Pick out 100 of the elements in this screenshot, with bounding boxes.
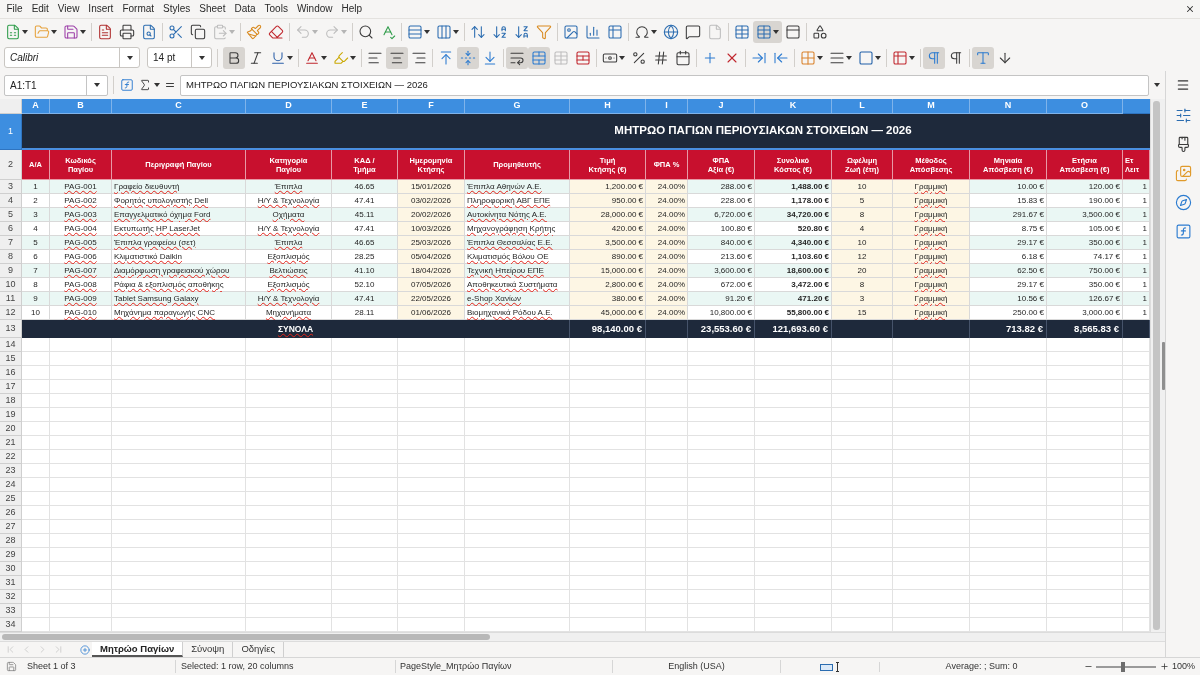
caret-icon <box>126 55 133 60</box>
table-cell: PAG-004 <box>50 222 112 236</box>
menu-item[interactable]: File <box>2 2 28 16</box>
caret-icon <box>846 55 852 60</box>
row-header[interactable]: 15 <box>0 352 22 366</box>
align-center-button[interactable] <box>386 46 408 69</box>
row-header[interactable]: 23 <box>0 464 22 478</box>
slider-thumb[interactable] <box>1121 661 1125 672</box>
scrollbar-thumb[interactable] <box>2 634 490 640</box>
speech-bubble-icon <box>685 23 701 40</box>
row-header[interactable]: 3 <box>0 180 22 194</box>
empty-cell <box>332 422 398 436</box>
sheet-tab[interactable]: Οδηγίες <box>233 642 285 657</box>
menu-item[interactable]: Styles <box>158 2 195 16</box>
row-header[interactable]: 4 <box>0 194 22 208</box>
menu-item[interactable]: View <box>53 2 84 16</box>
caret-icon <box>651 29 657 34</box>
empty-cell <box>646 394 688 408</box>
caret-icon <box>817 55 823 60</box>
row-header[interactable]: 21 <box>0 436 22 450</box>
row-header[interactable]: 18 <box>0 394 22 408</box>
row-header[interactable]: 13 <box>0 320 22 338</box>
row-header[interactable]: 2 <box>0 150 22 180</box>
formula-input[interactable]: ΜΗΤΡΩΟ ΠΑΓΙΩΝ ΠΕΡΙΟΥΣΙΑΚΩΝ ΣΤΟΙΧΕΙΩΝ — 2026 <box>180 74 1149 96</box>
empty-cell <box>398 548 465 562</box>
sheet-title: ΜΗΤΡΩΟ ΠΑΓΙΩΝ ΠΕΡΙΟΥΣΙΑΚΩΝ ΣΤΟΙΧΕΙΩΝ — 2026 <box>614 123 912 139</box>
empty-cell <box>398 604 465 618</box>
row-header[interactable]: 7 <box>0 236 22 250</box>
menu-item[interactable]: Edit <box>27 2 54 16</box>
row-header[interactable]: 14 <box>0 338 22 352</box>
font-size-combobox[interactable]: 14 pt <box>147 47 212 68</box>
caret-icon <box>22 29 28 34</box>
total-cell <box>832 320 893 338</box>
zoom-percent[interactable]: 100% <box>1171 659 1195 674</box>
merge-center-button[interactable] <box>528 46 550 69</box>
menu-item[interactable]: Tools <box>260 2 293 16</box>
table-cell: 1,488.00 € <box>755 180 832 194</box>
empty-cell <box>50 562 112 576</box>
menu-item[interactable]: Data <box>229 2 261 16</box>
add-sheet-button[interactable] <box>78 642 92 657</box>
row-header[interactable]: 33 <box>0 604 22 618</box>
row-header[interactable]: 34 <box>0 618 22 632</box>
font-name-combobox[interactable]: Calibri <box>4 47 140 68</box>
row-header[interactable]: 26 <box>0 506 22 520</box>
row-header[interactable]: 8 <box>0 250 22 264</box>
table-cell: 41.10 <box>332 264 398 278</box>
wrap-text-button[interactable] <box>506 46 528 69</box>
table-cell: 8.75 € <box>970 222 1047 236</box>
row-header[interactable]: 29 <box>0 548 22 562</box>
menu-item[interactable]: Window <box>292 2 337 16</box>
freeze-button[interactable] <box>753 20 782 43</box>
zoom-in-button[interactable] <box>1159 662 1169 671</box>
row-header[interactable]: 9 <box>0 264 22 278</box>
empty-cell <box>50 506 112 520</box>
language[interactable]: English (USA) <box>668 659 725 674</box>
search-icon <box>358 23 374 40</box>
row-header[interactable]: 25 <box>0 492 22 506</box>
table-cell: Εκτυπωτής HP LaserJet <box>112 222 246 236</box>
empty-cell <box>688 436 755 450</box>
row-header[interactable]: 11 <box>0 292 22 306</box>
row-header[interactable]: 10 <box>0 278 22 292</box>
menu-item[interactable]: Help <box>337 2 367 16</box>
row-header[interactable]: 12 <box>0 306 22 320</box>
menu-item[interactable]: Format <box>117 2 159 16</box>
sheet-tab[interactable]: Σύνοψη <box>183 642 234 657</box>
bold-button[interactable] <box>223 46 245 69</box>
merged-cells-icon <box>531 49 547 66</box>
text-direction-button[interactable] <box>972 46 994 69</box>
left-to-right-button[interactable] <box>923 46 945 69</box>
row-header[interactable]: 32 <box>0 590 22 604</box>
row-header[interactable]: 17 <box>0 380 22 394</box>
row-header[interactable]: 20 <box>0 422 22 436</box>
menu-item[interactable]: Sheet <box>194 2 230 16</box>
row-header[interactable]: 27 <box>0 520 22 534</box>
row-header[interactable]: 28 <box>0 534 22 548</box>
scrollbar-thumb[interactable] <box>1153 101 1160 630</box>
horizontal-scrollbar[interactable] <box>0 632 1165 641</box>
resize-handle[interactable] <box>1162 341 1165 390</box>
empty-cell <box>332 534 398 548</box>
row-header[interactable]: 24 <box>0 478 22 492</box>
row-header[interactable]: 19 <box>0 408 22 422</box>
row-header[interactable]: 22 <box>0 450 22 464</box>
row-header[interactable]: 6 <box>0 222 22 236</box>
name-box[interactable]: A1:T1 <box>4 74 108 96</box>
row-header[interactable]: 30 <box>0 562 22 576</box>
sheet-tab[interactable]: Μητρώο Παγίων <box>92 642 184 657</box>
table-cell: 1 <box>1123 250 1150 264</box>
table-cell: 1 <box>22 180 50 194</box>
image-icon <box>563 23 579 40</box>
close-button[interactable] <box>1185 4 1195 14</box>
vertical-scrollbar[interactable] <box>1150 99 1165 632</box>
caret-icon <box>341 29 347 34</box>
row-header[interactable]: 16 <box>0 366 22 380</box>
row-header[interactable]: 31 <box>0 576 22 590</box>
row-header[interactable]: 5 <box>0 208 22 222</box>
menu-item[interactable]: Insert <box>83 2 118 16</box>
table-cell: 3 <box>832 292 893 306</box>
empty-cell <box>688 478 755 492</box>
grid-icon <box>800 49 816 66</box>
center-vertically-button[interactable] <box>457 46 479 69</box>
